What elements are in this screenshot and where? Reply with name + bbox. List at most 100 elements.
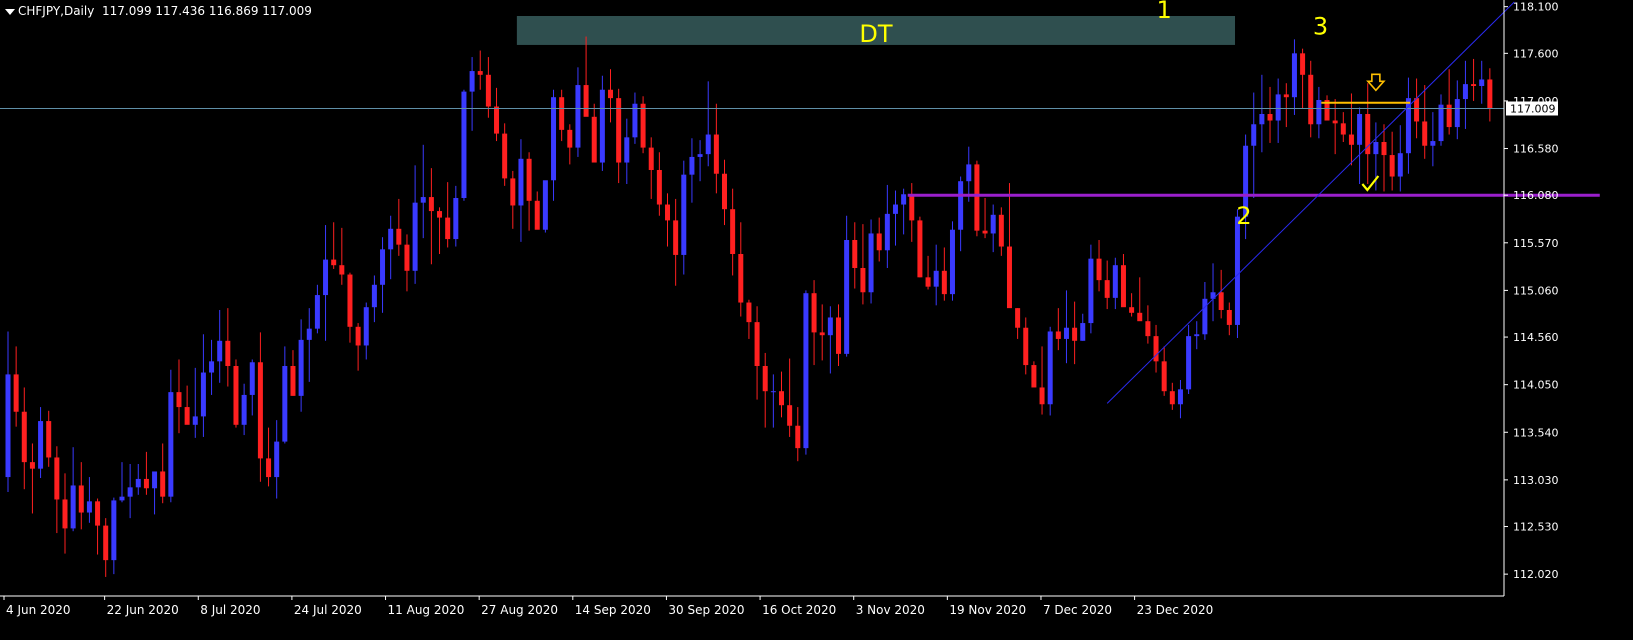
candle-body <box>811 293 817 333</box>
candle-body <box>176 392 182 408</box>
candle-body <box>274 441 280 478</box>
time-tick-label: 4 Jun 2020 <box>6 603 71 617</box>
candle-body <box>209 361 215 373</box>
candle-body <box>673 220 679 255</box>
candle-body <box>290 366 296 396</box>
time-tick-label: 23 Dec 2020 <box>1137 603 1214 617</box>
candle-body <box>958 181 964 230</box>
candle-body <box>648 147 654 170</box>
candle-body <box>1137 312 1143 322</box>
candle-body <box>599 89 605 163</box>
candle-body <box>746 302 752 323</box>
candle-body <box>282 366 288 442</box>
price-tick-label: 117.600 <box>1513 47 1559 60</box>
candle-body <box>1218 292 1224 310</box>
candle-body <box>143 478 149 489</box>
candle-body <box>306 328 312 340</box>
candle-body <box>575 85 581 148</box>
candle-body <box>331 259 337 266</box>
candle-body <box>95 501 101 526</box>
time-tick-label: 19 Nov 2020 <box>949 603 1026 617</box>
candle-body <box>1275 94 1281 121</box>
candle-body <box>868 233 874 293</box>
candle-body <box>1316 100 1322 125</box>
candle-body <box>1454 99 1460 128</box>
chart-area[interactable]: DT 1 2 3 118.100 117.600 117.090 116.580 116.080… <box>0 0 1633 640</box>
candle-body <box>485 74 491 107</box>
candle-body <box>787 405 793 426</box>
candle-body <box>1422 121 1428 146</box>
candlestick-chart[interactable]: DT123118.100117.600117.090116.580116.080… <box>0 0 1633 640</box>
candle-body <box>1348 134 1354 145</box>
candle-body <box>127 487 133 497</box>
candle-body <box>1047 331 1053 405</box>
candle-body <box>795 425 801 449</box>
candle-body <box>835 317 841 354</box>
candle-body <box>1462 84 1468 100</box>
candle-body <box>713 134 719 174</box>
candle-body <box>844 240 850 354</box>
candle-body <box>705 134 711 155</box>
candle-body <box>1300 53 1306 75</box>
candle-body <box>5 374 11 478</box>
candle-body <box>974 164 980 231</box>
candle-body <box>1112 265 1118 298</box>
candle-body <box>233 366 239 425</box>
candle-body <box>1438 104 1444 142</box>
candle-body <box>640 103 646 148</box>
candle-body <box>323 259 329 296</box>
candle-body <box>1381 142 1387 156</box>
price-tick-label: 112.020 <box>1513 568 1559 581</box>
candle-body <box>1487 79 1493 109</box>
candle-body <box>917 220 923 278</box>
time-tick-label: 30 Sep 2020 <box>668 603 744 617</box>
candle-body <box>1251 124 1257 146</box>
time-tick-label: 7 Dec 2020 <box>1043 603 1112 617</box>
chart-header: CHFJPY,Daily 117.099 117.436 116.869 117… <box>5 4 312 18</box>
candle-body <box>184 407 190 425</box>
candle-body <box>534 200 540 230</box>
price-tick-label: 114.050 <box>1513 379 1559 392</box>
candle-body <box>583 85 589 117</box>
symbol-label: CHFJPY,Daily <box>18 4 95 18</box>
candle-body <box>1267 114 1273 121</box>
candle-body <box>314 295 320 329</box>
candle-body <box>925 277 931 287</box>
candle-body <box>1096 258 1102 281</box>
candle-body <box>762 366 768 392</box>
time-tick-label: 16 Oct 2020 <box>762 603 836 617</box>
candle-body <box>1006 246 1012 309</box>
time-tick-label: 3 Nov 2020 <box>856 603 925 617</box>
candle-body <box>445 217 451 240</box>
candle-body <box>453 198 459 240</box>
candle-body <box>1177 389 1183 405</box>
candle-body <box>371 284 377 308</box>
candle-body <box>689 156 695 175</box>
candle-body <box>1129 307 1135 313</box>
time-tick-label: 24 Jul 2020 <box>294 603 362 617</box>
candle-body <box>38 421 44 469</box>
price-tick-label: 118.100 <box>1513 1 1559 14</box>
candle-body <box>754 322 760 366</box>
time-tick-label: 8 Jul 2020 <box>200 603 260 617</box>
candle-body <box>298 339 304 396</box>
candle-body <box>1234 216 1240 325</box>
collapse-triangle-icon[interactable] <box>5 8 15 15</box>
candle-body <box>477 71 483 75</box>
price-tick-label: 112.530 <box>1513 521 1559 534</box>
candle-body <box>1104 280 1110 298</box>
candle-body <box>1389 155 1395 177</box>
candle-body <box>1471 84 1477 86</box>
time-tick-label: 22 Jun 2020 <box>107 603 179 617</box>
price-tick-label: 116.080 <box>1513 189 1559 202</box>
candle-body <box>1031 365 1037 388</box>
candle-body <box>949 229 955 295</box>
candle-body <box>933 270 939 287</box>
candle-body <box>656 170 662 205</box>
candle-body <box>1169 391 1175 405</box>
candle-body <box>241 394 247 425</box>
candle-body <box>78 485 84 513</box>
candle-body <box>884 213 890 251</box>
candle-body <box>160 471 166 497</box>
candle-body <box>542 180 548 230</box>
